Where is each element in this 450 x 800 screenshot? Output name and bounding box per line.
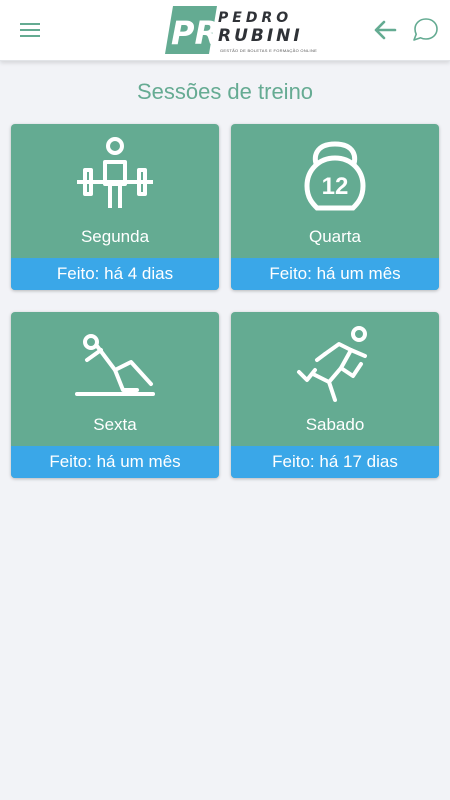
weightlifter-icon: [77, 137, 153, 208]
app-header: PR PEDRO RUBINI GESTÃO DE BOLETAS E FORM…: [0, 0, 450, 61]
session-day-label: Segunda: [80, 227, 150, 246]
session-status: Feito: há um mês: [231, 258, 439, 290]
kettlebell-weight-text: 12: [322, 173, 349, 200]
svg-text:PR: PR: [171, 14, 219, 52]
chat-bubble-icon[interactable]: [410, 15, 440, 45]
logo-last-name: RUBINI: [218, 26, 303, 46]
session-card-sabado[interactable]: Sabado Feito: há 17 dias: [231, 312, 439, 478]
session-status: Feito: há um mês: [11, 446, 219, 478]
page-title: Sessões de treino: [136, 79, 314, 104]
session-day-label: Quarta: [309, 227, 361, 246]
brand-logo: PR PEDRO RUBINI GESTÃO DE BOLETAS E FORM…: [163, 2, 317, 58]
arrow-left-icon[interactable]: [373, 18, 399, 42]
pr-monogram-icon: PR: [165, 6, 219, 54]
session-card-quarta[interactable]: 12 Quarta Feito: há um mês: [231, 124, 439, 290]
logo-first-name: PEDRO: [218, 10, 293, 26]
session-day-label: Sabado: [305, 415, 365, 434]
runner-icon: [297, 326, 367, 402]
logo-tagline: GESTÃO DE BOLETAS E FORMAÇÃO ONLINE: [220, 48, 318, 53]
stretching-icon: [75, 334, 155, 396]
hamburger-menu-icon[interactable]: [18, 18, 44, 42]
session-status: Feito: há 4 dias: [11, 258, 219, 290]
session-status: Feito: há 17 dias: [231, 446, 439, 478]
session-card-sexta[interactable]: Sexta Feito: há um mês: [11, 312, 219, 478]
kettlebell-12-icon: 12: [304, 141, 366, 211]
session-card-segunda[interactable]: Segunda Feito: há 4 dias: [11, 124, 219, 290]
session-day-label: Sexta: [93, 415, 137, 434]
